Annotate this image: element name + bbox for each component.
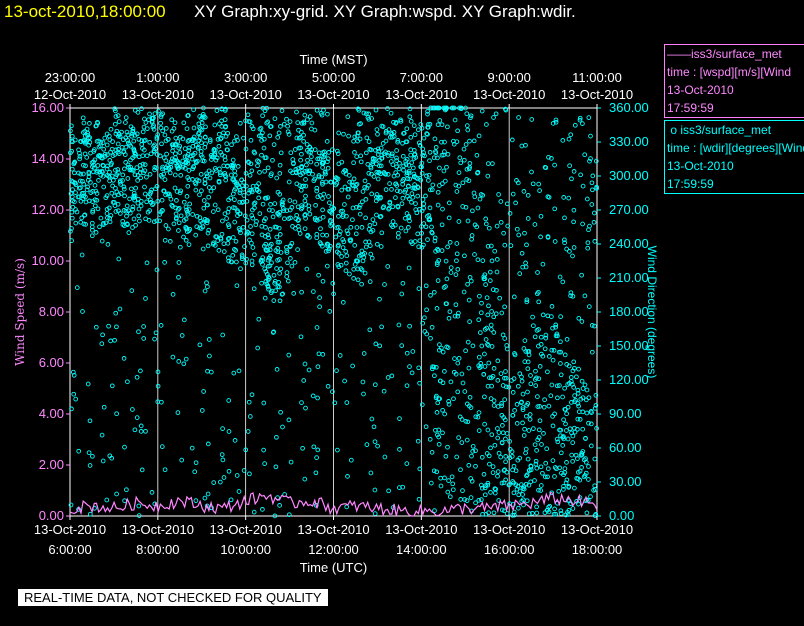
top-tick-date: 13-Oct-2010: [385, 87, 457, 102]
top-tick-time: 11:00:00: [572, 70, 622, 85]
right-tick-label: 180.00: [609, 304, 649, 319]
bottom-tick-date: 13-Oct-2010: [34, 522, 106, 537]
right-tick-label: 150.00: [609, 338, 649, 353]
left-tick-label: 4.00: [39, 406, 64, 421]
right-tick-label: 120.00: [609, 372, 649, 387]
bottom-tick-time: 6:00:00: [48, 542, 91, 557]
right-tick-label: 30.00: [609, 474, 642, 489]
left-tick-label: 10.00: [31, 253, 64, 268]
right-tick-label: 300.00: [609, 168, 649, 183]
left-tick-label: 12.00: [31, 202, 64, 217]
top-tick-date: 13-Oct-2010: [473, 87, 545, 102]
quality-warning: REAL-TIME DATA, NOT CHECKED FOR QUALITY: [18, 589, 328, 606]
top-tick-date: 13-Oct-2010: [297, 87, 369, 102]
right-tick-label: 60.00: [609, 440, 642, 455]
bottom-tick-time: 18:00:00: [572, 542, 623, 557]
right-tick-label: 90.00: [609, 406, 642, 421]
left-tick-label: 6.00: [39, 355, 64, 370]
top-tick-time: 7:00:00: [400, 70, 443, 85]
right-tick-label: 270.00: [609, 202, 649, 217]
left-tick-label: 0.00: [39, 508, 64, 523]
right-tick-label: 240.00: [609, 236, 649, 251]
left-tick-label: 2.00: [39, 457, 64, 472]
top-axis-label: Time (MST): [299, 52, 367, 67]
bottom-tick-date: 13-Oct-2010: [561, 522, 633, 537]
bottom-tick-time: 10:00:00: [220, 542, 271, 557]
left-tick-label: 14.00: [31, 151, 64, 166]
top-tick-date: 13-Oct-2010: [561, 87, 633, 102]
bottom-tick-date: 13-Oct-2010: [210, 522, 282, 537]
bottom-tick-time: 16:00:00: [484, 542, 535, 557]
top-tick-time: 3:00:00: [224, 70, 267, 85]
bottom-tick-date: 13-Oct-2010: [297, 522, 369, 537]
right-axis-label: Wind Direction (degrees): [645, 246, 659, 379]
top-tick-time: 5:00:00: [312, 70, 355, 85]
bottom-tick-date: 13-Oct-2010: [473, 522, 545, 537]
right-tick-label: 360.00: [609, 100, 649, 115]
bottom-tick-time: 12:00:00: [308, 542, 359, 557]
right-tick-label: 330.00: [609, 134, 649, 149]
left-axis-label: Wind Speed (m/s): [13, 258, 27, 366]
top-tick-date: 13-Oct-2010: [210, 87, 282, 102]
right-tick-label: 0.00: [609, 508, 634, 523]
left-tick-label: 16.00: [31, 100, 64, 115]
top-tick-date: 13-Oct-2010: [122, 87, 194, 102]
top-tick-time: 1:00:00: [136, 70, 179, 85]
bottom-tick-date: 13-Oct-2010: [385, 522, 457, 537]
top-tick-time: 23:00:00: [45, 70, 96, 85]
xy-chart[interactable]: 0.00 2.00 4.00 6.00 8.00 10.00 12.00 14.00 16.00…: [0, 0, 804, 626]
bottom-axis-label: Time (UTC): [300, 560, 367, 575]
bottom-tick-time: 14:00:00: [396, 542, 447, 557]
left-tick-label: 8.00: [39, 304, 64, 319]
bottom-tick-date: 13-Oct-2010: [122, 522, 194, 537]
bottom-tick-time: 8:00:00: [136, 542, 179, 557]
top-tick-date: 12-Oct-2010: [34, 87, 106, 102]
right-tick-label: 210.00: [609, 270, 649, 285]
top-tick-time: 9:00:00: [487, 70, 530, 85]
